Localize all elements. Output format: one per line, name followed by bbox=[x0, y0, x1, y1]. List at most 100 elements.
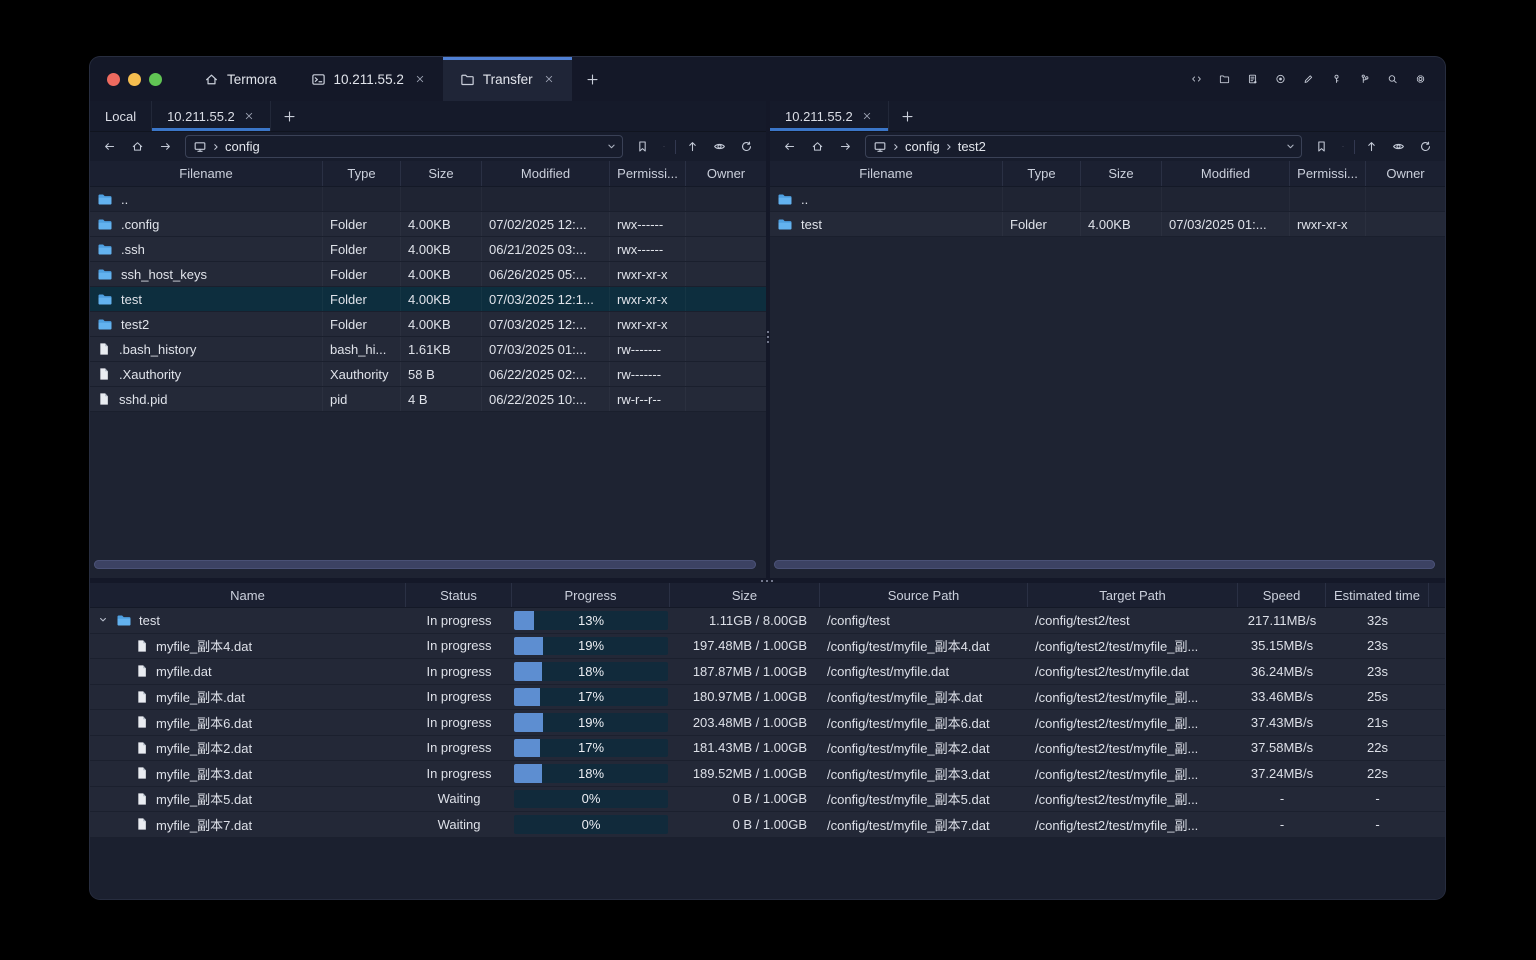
panel-tab-label: 10.211.55.2 bbox=[785, 108, 853, 124]
arrow-up-button[interactable] bbox=[1359, 135, 1384, 158]
search-icon[interactable] bbox=[1381, 68, 1404, 91]
column-header-modified[interactable]: Modified bbox=[1162, 161, 1290, 186]
file-row[interactable]: .. bbox=[770, 187, 1445, 212]
code-icon[interactable] bbox=[1185, 68, 1208, 91]
transfer-row[interactable]: myfile_副本3.dat In progress 18% 189.52MB / 1… bbox=[90, 761, 1445, 787]
path-field[interactable]: config test2 bbox=[865, 135, 1302, 158]
eye-button[interactable] bbox=[707, 135, 732, 158]
horizontal-splitter[interactable] bbox=[90, 578, 1445, 583]
transfer-row[interactable]: myfile_副本6.dat In progress 19% 203.48MB / 1… bbox=[90, 710, 1445, 736]
file-row[interactable]: .config Folder 4.00KB 07/02/2025 12:... rwx-… bbox=[90, 212, 766, 237]
speed-cell: 37.58MB/s bbox=[1238, 736, 1326, 761]
window-tab-10-211-55-2[interactable]: 10.211.55.2 bbox=[294, 57, 443, 101]
column-header-status[interactable]: Status bbox=[406, 583, 512, 607]
arrow-right-button[interactable] bbox=[153, 135, 178, 158]
file-row[interactable]: .ssh Folder 4.00KB 06/21/2025 03:... rwx----… bbox=[90, 237, 766, 262]
minimize-window-button[interactable] bbox=[128, 72, 141, 86]
home-button[interactable] bbox=[125, 135, 150, 158]
arrow-left-button[interactable] bbox=[777, 135, 802, 158]
log-icon[interactable] bbox=[1241, 68, 1264, 91]
cell-value: - bbox=[1279, 791, 1285, 807]
arrow-right-button[interactable] bbox=[833, 135, 858, 158]
transfer-row[interactable]: myfile.dat In progress 18% 187.87MB / 1.00G… bbox=[90, 659, 1445, 685]
column-header-filename[interactable]: Filename bbox=[770, 161, 1003, 186]
home-button[interactable] bbox=[805, 135, 830, 158]
column-header-speed[interactable]: Speed bbox=[1238, 583, 1326, 607]
bookmark-button[interactable] bbox=[630, 135, 655, 158]
path-segment[interactable]: test2 bbox=[958, 139, 986, 154]
path-segment[interactable]: config bbox=[905, 139, 940, 154]
close-window-button[interactable] bbox=[107, 72, 120, 86]
column-header-estimated-time[interactable]: Estimated time bbox=[1326, 583, 1429, 607]
transfer-row[interactable]: myfile_副本5.dat Waiting 0% 0 B / 1.00GB/conf… bbox=[90, 786, 1445, 812]
file-row[interactable]: test Folder 4.00KB 07/03/2025 01:... rwxr-xr… bbox=[770, 212, 1445, 237]
column-header-permissi[interactable]: Permissi... bbox=[610, 161, 686, 186]
filename-cell: .config bbox=[90, 212, 323, 236]
close-icon[interactable] bbox=[243, 110, 255, 122]
key-icon[interactable] bbox=[1325, 68, 1348, 91]
panel-tab-local[interactable]: Local bbox=[90, 101, 153, 131]
file-row[interactable]: .Xauthority Xauthority 58 B 06/22/2025 02:.… bbox=[90, 362, 766, 387]
window-tab-termora[interactable]: Termora bbox=[187, 57, 294, 101]
column-header-name[interactable]: Name bbox=[90, 583, 406, 607]
refresh-button[interactable] bbox=[1413, 135, 1438, 158]
arrow-left-button[interactable] bbox=[97, 135, 122, 158]
chevron-expanded-icon[interactable] bbox=[97, 614, 109, 626]
eye-button[interactable] bbox=[1386, 135, 1411, 158]
column-header-source-path[interactable]: Source Path bbox=[820, 583, 1028, 607]
file-row[interactable]: test Folder 4.00KB 07/03/2025 12:1... rwxr-x… bbox=[90, 287, 766, 312]
file-row[interactable]: test2 Folder 4.00KB 07/03/2025 12:... rwxr-x… bbox=[90, 312, 766, 337]
column-header-size[interactable]: Size bbox=[1081, 161, 1162, 186]
file-row[interactable]: .. bbox=[90, 187, 766, 212]
column-header-type[interactable]: Type bbox=[1003, 161, 1081, 186]
column-header-modified[interactable]: Modified bbox=[482, 161, 610, 186]
settings-icon[interactable] bbox=[1409, 68, 1432, 91]
column-header-permissi[interactable]: Permissi... bbox=[1290, 161, 1366, 186]
arrow-up-button[interactable] bbox=[680, 135, 705, 158]
record-icon[interactable] bbox=[1269, 68, 1292, 91]
folder-icon[interactable] bbox=[1213, 68, 1236, 91]
column-header-size[interactable]: Size bbox=[670, 583, 820, 607]
path-field[interactable]: config bbox=[185, 135, 623, 158]
window-tab-transfer[interactable]: Transfer bbox=[442, 57, 572, 101]
transfer-row[interactable]: myfile_副本2.dat In progress 17% 181.43MB / 1… bbox=[90, 735, 1445, 761]
panel-tab-10-211-55-2[interactable]: 10.211.55.2 bbox=[770, 101, 889, 131]
transfer-row[interactable]: test In progress 13% 1.11GB / 8.00GB/config… bbox=[90, 608, 1445, 634]
path-segment[interactable]: config bbox=[225, 139, 260, 154]
horizontal-scrollbar-thumb[interactable] bbox=[94, 560, 756, 569]
refresh-button[interactable] bbox=[734, 135, 759, 158]
close-icon[interactable] bbox=[861, 110, 873, 122]
column-header-owner[interactable]: Owner bbox=[686, 161, 766, 186]
column-header-target-path[interactable]: Target Path bbox=[1028, 583, 1238, 607]
transfer-row[interactable]: myfile_副本7.dat Waiting 0% 0 B / 1.00GB/conf… bbox=[90, 812, 1445, 838]
caret-down-button[interactable] bbox=[657, 135, 671, 158]
panel-tab-10-211-55-2[interactable]: 10.211.55.2 bbox=[152, 101, 271, 131]
file-row[interactable]: .bash_history bash_hi... 1.61KB 07/03/2025 … bbox=[90, 337, 766, 362]
zoom-window-button[interactable] bbox=[149, 72, 162, 86]
titlebar[interactable]: Termora 10.211.55.2 Transfer bbox=[90, 57, 1445, 101]
bookmark-button[interactable] bbox=[1309, 135, 1334, 158]
transfer-row[interactable]: myfile_副本.dat In progress 17% 180.97MB / 1.… bbox=[90, 684, 1445, 710]
transfer-row[interactable]: myfile_副本4.dat In progress 19% 197.48MB / 1… bbox=[90, 633, 1445, 659]
caret-down-button[interactable] bbox=[1336, 135, 1350, 158]
edit-icon[interactable] bbox=[1297, 68, 1320, 91]
new-panel-tab-button[interactable] bbox=[271, 101, 308, 131]
progress-label: 13% bbox=[577, 612, 605, 628]
keychain-icon[interactable] bbox=[1353, 68, 1376, 91]
column-header-label: Type bbox=[1027, 166, 1056, 181]
new-window-tab-button[interactable] bbox=[572, 57, 613, 101]
modified-cell: 06/22/2025 10:... bbox=[482, 387, 610, 411]
close-icon[interactable] bbox=[414, 73, 426, 85]
transfer-name-label: myfile.dat bbox=[156, 663, 212, 679]
file-icon bbox=[135, 741, 149, 755]
file-row[interactable]: sshd.pid pid 4 B 06/22/2025 10:... rw-r--r-- bbox=[90, 387, 766, 412]
column-header-progress[interactable]: Progress bbox=[512, 583, 670, 607]
column-header-filename[interactable]: Filename bbox=[90, 161, 323, 186]
new-panel-tab-button[interactable] bbox=[889, 101, 926, 131]
close-icon[interactable] bbox=[543, 73, 555, 85]
column-header-owner[interactable]: Owner bbox=[1366, 161, 1445, 186]
file-row[interactable]: ssh_host_keys Folder 4.00KB 06/26/2025 05:.… bbox=[90, 262, 766, 287]
column-header-size[interactable]: Size bbox=[401, 161, 482, 186]
column-header-type[interactable]: Type bbox=[323, 161, 401, 186]
horizontal-scrollbar-thumb[interactable] bbox=[774, 560, 1435, 569]
